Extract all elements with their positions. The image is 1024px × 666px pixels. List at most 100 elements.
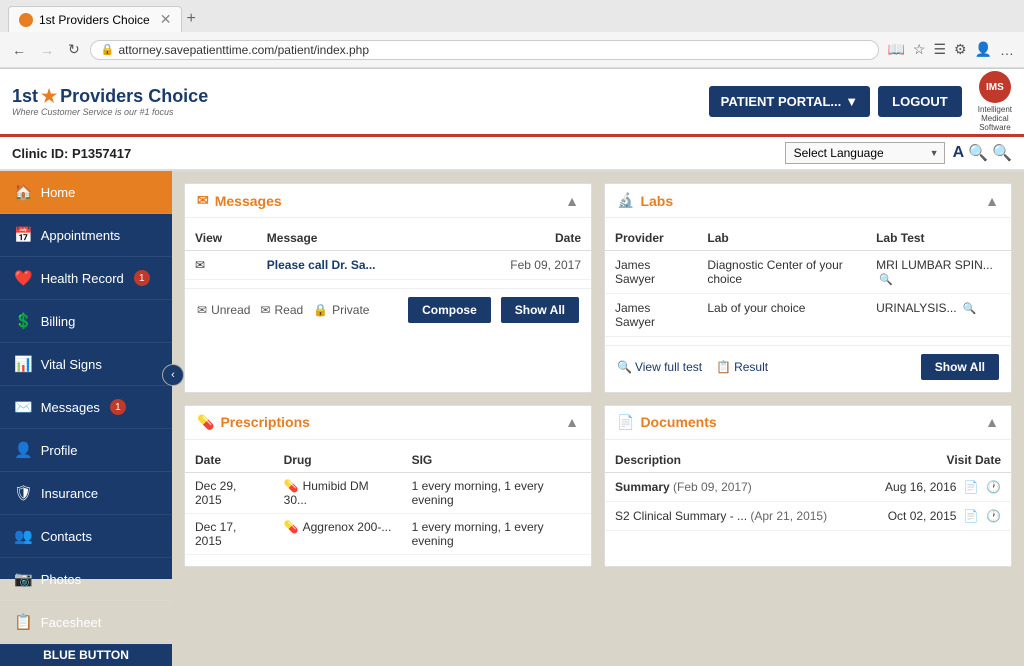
sidebar-item-home[interactable]: 🏠 Home: [0, 171, 172, 214]
sidebar-item-profile[interactable]: 👤 Profile: [0, 429, 172, 472]
lab-search-icon-2[interactable]: 🔍: [963, 303, 977, 315]
rx-date-1: Dec 29, 2015: [185, 472, 274, 513]
accessibility-icon-btn[interactable]: A: [953, 144, 965, 162]
clinic-bar: Clinic ID: P1357417 Select Language Engl…: [0, 137, 1024, 171]
labs-card-footer: 🔍 View full test 📋 Result Show All: [605, 345, 1011, 388]
sidebar-item-contacts[interactable]: 👥 Contacts: [0, 515, 172, 558]
clinic-id-label: Clinic ID:: [12, 146, 68, 161]
sidebar-item-photos-label: Photos: [41, 572, 81, 587]
drug-icon-2: 💊: [284, 520, 299, 534]
new-tab-btn[interactable]: +: [186, 10, 195, 28]
doc-description-2[interactable]: S2 Clinical Summary - ... (Apr 21, 2015): [605, 501, 861, 530]
read-icon: ✉: [260, 303, 270, 317]
sidebar-item-vital-signs[interactable]: 📊 Vital Signs: [0, 343, 172, 386]
forward-btn[interactable]: →: [36, 40, 58, 60]
logo-title: 1st ★ Providers Choice: [12, 86, 208, 107]
sidebar-item-appointments[interactable]: 📅 Appointments: [0, 214, 172, 257]
back-btn[interactable]: ←: [8, 40, 30, 60]
prescriptions-card-collapse-btn[interactable]: ▲: [565, 414, 579, 430]
logo-star-icon: ★: [41, 86, 57, 107]
sidebar-item-facesheet[interactable]: 📋 Facesheet: [0, 601, 172, 644]
doc-description-1[interactable]: Summary (Feb 09, 2017): [605, 472, 861, 501]
logo-prefix: 1st: [12, 86, 38, 107]
lab-test-1[interactable]: MRI LUMBAR SPIN... 🔍: [866, 251, 1011, 294]
sidebar-collapse-btn[interactable]: ‹: [162, 364, 184, 386]
documents-card-icon: 📄: [617, 414, 634, 431]
messages-card-collapse-btn[interactable]: ▲: [565, 193, 579, 209]
prescriptions-title-text: Prescriptions: [220, 414, 309, 430]
labs-card-title: 🔬 Labs: [617, 192, 673, 209]
messages-card-body: View Message Date ✉ Please call Dr. Sa..…: [185, 218, 591, 288]
doc-visit-date-2: Oct 02, 2015 📄 🕐: [861, 501, 1011, 530]
sidebar-item-photos[interactable]: 📷 Photos: [0, 558, 172, 601]
labs-card-body: Provider Lab Lab Test James Sawyer Diagn…: [605, 218, 1011, 345]
language-select[interactable]: Select Language English Spanish French: [785, 142, 945, 164]
view-full-test-link[interactable]: 🔍 View full test: [617, 360, 702, 374]
doc-clock-icon-2[interactable]: 🕐: [986, 509, 1001, 523]
documents-table: Description Visit Date Summary (Feb 09, …: [605, 448, 1011, 531]
patient-portal-button[interactable]: PATIENT PORTAL... ▼: [709, 86, 870, 117]
health-record-badge: 1: [134, 270, 150, 286]
doc-file-icon-2[interactable]: 📄: [964, 509, 979, 523]
reader-icon[interactable]: 📖: [885, 39, 906, 60]
patient-portal-label: PATIENT PORTAL...: [721, 94, 842, 109]
refresh-btn[interactable]: ↻: [64, 39, 84, 60]
billing-icon: 💲: [14, 312, 33, 330]
lab-test-2[interactable]: URINALYSIS... 🔍: [866, 294, 1011, 337]
sidebar-item-health-record[interactable]: ❤️ Health Record 1: [0, 257, 172, 300]
doc-clock-icon-1[interactable]: 🕐: [986, 480, 1001, 494]
patient-portal-dropdown-icon: ▼: [845, 94, 858, 109]
tab-close-btn[interactable]: ✕: [160, 11, 172, 28]
view-full-label: View full test: [635, 360, 702, 374]
sidebar-item-insurance[interactable]: 🛡 Insurance: [0, 472, 172, 515]
message-text[interactable]: Please call Dr. Sa...: [257, 251, 453, 280]
lock-icon: 🔒: [101, 43, 115, 56]
content-area: ✉ Messages ▲ View Message Date: [172, 171, 1024, 579]
profile-nav-icon: 👤: [14, 441, 33, 459]
docs-col-description: Description: [605, 448, 861, 473]
doc-file-icon-1[interactable]: 📄: [964, 480, 979, 494]
prescriptions-card-icon: 💊: [197, 414, 214, 431]
rx-drug-1[interactable]: 💊Humibid DM 30...: [274, 472, 402, 513]
profile-icon[interactable]: 👤: [973, 39, 994, 60]
sidebar-item-messages[interactable]: ✉️ Messages 1: [0, 386, 172, 429]
messages-show-all-button[interactable]: Show All: [501, 297, 579, 323]
zoom-icon-btn[interactable]: 🔍: [992, 143, 1012, 163]
more-icon[interactable]: …: [998, 40, 1016, 60]
logout-button[interactable]: LOGOUT: [878, 86, 962, 117]
prescriptions-table: Date Drug SIG Dec 29, 2015 💊Humibid DM 3…: [185, 448, 591, 555]
lab-search-icon-1[interactable]: 🔍: [879, 274, 893, 286]
bookmark-icon[interactable]: ☆: [911, 39, 928, 60]
lab-provider-2: James Sawyer: [605, 294, 697, 337]
extensions-icon[interactable]: ⚙: [952, 39, 969, 60]
table-row: James Sawyer Diagnostic Center of your c…: [605, 251, 1011, 294]
message-date: Feb 09, 2017: [453, 251, 591, 280]
blue-button-bar[interactable]: BLUE BUTTON: [0, 644, 172, 666]
browser-chrome: 1st Providers Choice ✕ + ← → ↻ 🔒 attorne…: [0, 0, 1024, 69]
documents-card-collapse-btn[interactable]: ▲: [985, 414, 999, 430]
logo-subtitle: Where Customer Service is our #1 focus: [12, 107, 208, 117]
messages-title-text: Messages: [215, 193, 282, 209]
labs-footer-left: 🔍 View full test 📋 Result: [617, 360, 768, 374]
rx-col-date: Date: [185, 448, 274, 473]
labs-card-collapse-btn[interactable]: ▲: [985, 193, 999, 209]
compose-button[interactable]: Compose: [408, 297, 491, 323]
labs-show-all-button[interactable]: Show All: [921, 354, 999, 380]
sidebar-item-profile-label: Profile: [41, 443, 78, 458]
docs-col-visit-date: Visit Date: [861, 448, 1011, 473]
sidebar-item-billing[interactable]: 💲 Billing: [0, 300, 172, 343]
drug-icon-1: 💊: [284, 479, 299, 493]
rx-table-header-row: Date Drug SIG: [185, 448, 591, 473]
browser-address-bar: ← → ↻ 🔒 attorney.savepatienttime.com/pat…: [0, 32, 1024, 68]
clinic-id-section: Clinic ID: P1357417: [12, 146, 131, 161]
menu-icon[interactable]: ☰: [931, 39, 948, 60]
sidebar-item-messages-label: Messages: [41, 400, 100, 415]
sidebar-item-health-record-label: Health Record: [41, 271, 124, 286]
rx-drug-2[interactable]: 💊Aggrenox 200-...: [274, 513, 402, 554]
labs-table-header-row: Provider Lab Lab Test: [605, 226, 1011, 251]
messages-card-header: ✉ Messages ▲: [185, 184, 591, 218]
address-box[interactable]: 🔒 attorney.savepatienttime.com/patient/i…: [90, 40, 880, 60]
active-tab[interactable]: 1st Providers Choice ✕: [8, 6, 182, 32]
result-link[interactable]: 📋 Result: [716, 360, 768, 374]
search-icon-btn[interactable]: 🔍: [968, 143, 988, 163]
